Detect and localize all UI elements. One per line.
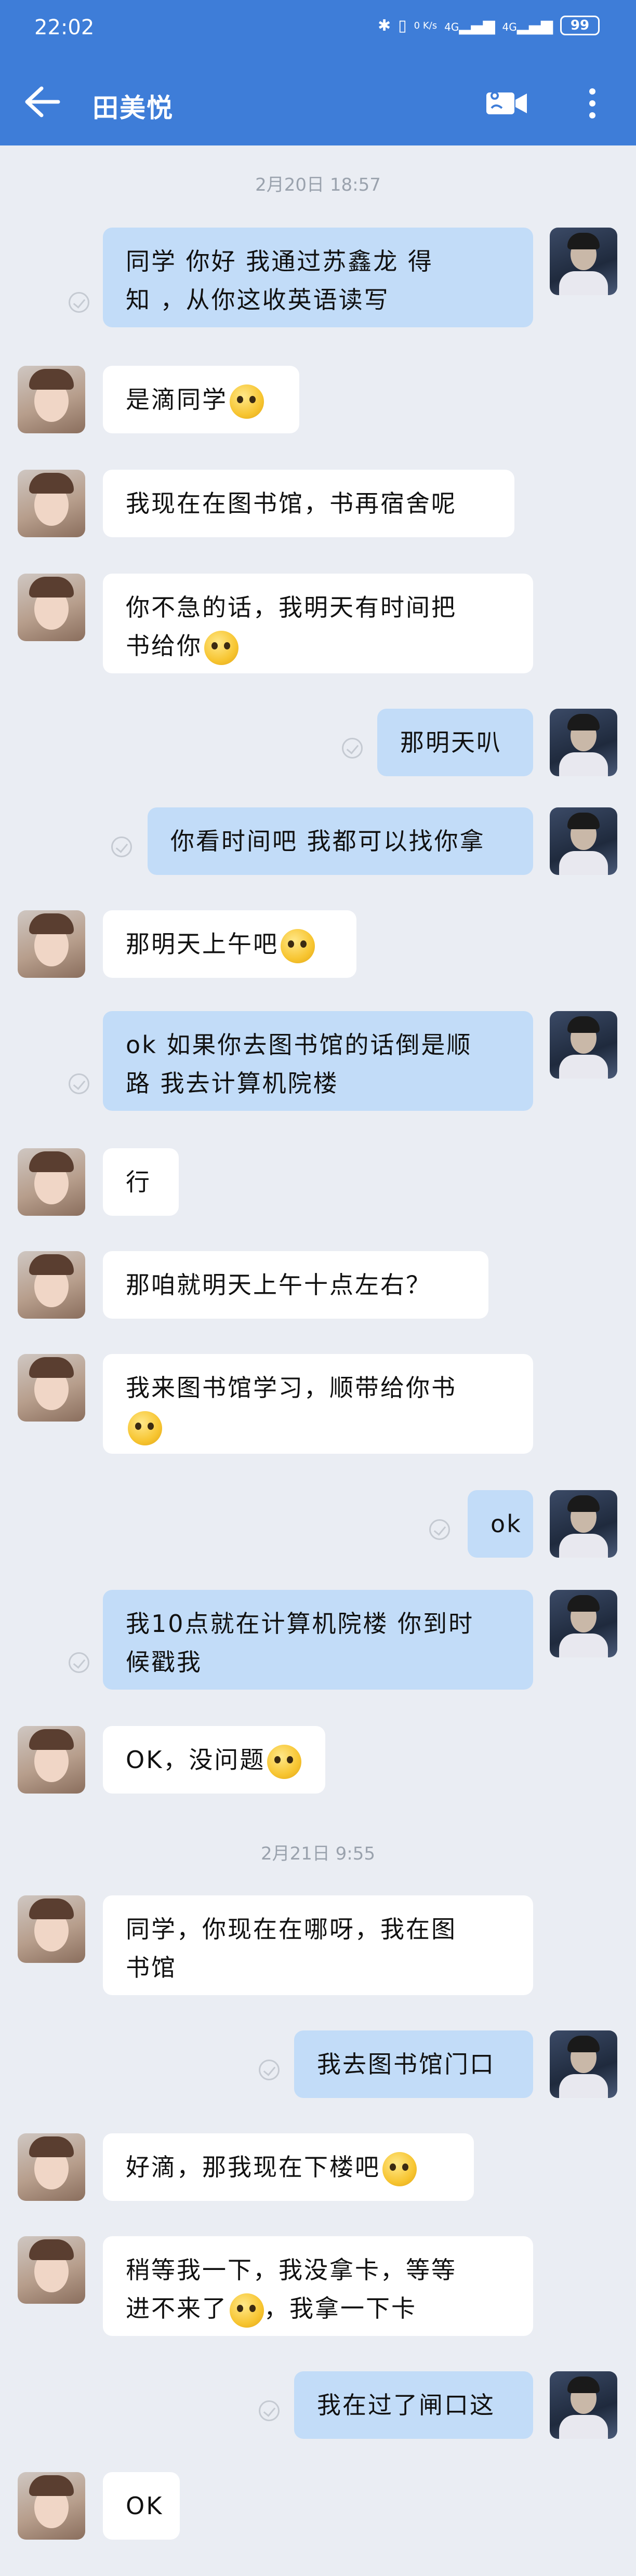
read-check-icon <box>342 738 363 759</box>
contact-avatar[interactable] <box>18 1726 85 1794</box>
chat-area[interactable]: 2月20日 18:57 同学 你好 我通过苏鑫龙 得 知 ，从你这收英语读写 是… <box>0 145 636 2576</box>
my-avatar[interactable] <box>550 2030 617 2098</box>
my-avatar[interactable] <box>550 2371 617 2439</box>
message-bubble-sent[interactable]: ok <box>468 1490 533 1558</box>
slightly-smiling-face-emoji <box>230 384 264 419</box>
status-icons: ✱ ▯ 0 K/s 4G▂▄▆ 4G▂▄▆ 99 <box>378 16 600 35</box>
message-bubble-sent[interactable]: 我在过了闸口这 <box>294 2371 533 2439</box>
my-avatar[interactable] <box>550 709 617 776</box>
message-bubble-received[interactable]: 同学，你现在在哪呀，我在图 书馆 <box>103 1895 533 1995</box>
message-bubble-received[interactable]: 行 <box>103 1148 179 1216</box>
contact-avatar[interactable] <box>18 366 85 433</box>
contact-avatar[interactable] <box>18 1354 85 1422</box>
signal-icon-2: 4G▂▄▆ <box>502 16 553 35</box>
bluetooth-icon: ✱ <box>378 16 391 35</box>
message-bubble-received[interactable]: 我来图书馆学习，顺带给你书 <box>103 1354 533 1454</box>
contact-avatar[interactable] <box>18 574 85 641</box>
contact-avatar[interactable] <box>18 1148 85 1216</box>
read-check-icon <box>69 1073 89 1094</box>
slightly-smiling-face-emoji <box>128 1411 162 1445</box>
message-bubble-received[interactable]: 我现在在图书馆，书再宿舍呢 <box>103 470 514 537</box>
message-bubble-received[interactable]: 好滴，那我现在下楼吧 <box>103 2133 474 2201</box>
my-avatar[interactable] <box>550 807 617 875</box>
date-separator: 2月20日 18:57 <box>255 175 381 195</box>
message-bubble-received[interactable]: 那咱就明天上午十点左右？ <box>103 1251 488 1319</box>
message-bubble-received[interactable]: OK，没问题 <box>103 1726 325 1794</box>
video-call-button[interactable] <box>483 85 530 122</box>
message-bubble-sent[interactable]: 我去图书馆门口 <box>294 2030 533 2098</box>
message-bubble-sent[interactable]: 同学 你好 我通过苏鑫龙 得 知 ，从你这收英语读写 <box>103 228 533 327</box>
read-check-icon <box>111 836 132 857</box>
date-separator: 2月21日 9:55 <box>260 1843 376 1864</box>
contact-avatar[interactable] <box>18 2133 85 2201</box>
crying-face-emoji <box>230 2293 264 2328</box>
read-check-icon <box>429 1519 450 1540</box>
message-bubble-received[interactable]: 你不急的话，我明天有时间把 书给你 <box>103 574 533 673</box>
ok-hand-emoji <box>267 1744 302 1779</box>
video-call-icon <box>486 91 527 114</box>
status-bar: 22:02 ✱ ▯ 0 K/s 4G▂▄▆ 4G▂▄▆ 99 <box>0 0 636 58</box>
more-vertical-icon <box>589 88 595 118</box>
message-bubble-received[interactable]: 是滴同学 <box>103 366 299 433</box>
message-bubble-sent[interactable]: 那明天叭 <box>377 709 533 776</box>
my-avatar[interactable] <box>550 1490 617 1558</box>
battery-icon: 99 <box>560 16 600 35</box>
back-button[interactable] <box>21 85 62 118</box>
read-check-icon <box>259 2400 280 2421</box>
read-check-icon <box>69 292 89 313</box>
my-avatar[interactable] <box>550 228 617 295</box>
read-check-icon <box>259 2060 280 2080</box>
message-bubble-received[interactable]: 那明天上午吧 <box>103 910 356 978</box>
more-options-button[interactable] <box>577 85 608 122</box>
signal-icon-1: 4G▂▄▆ <box>444 16 495 35</box>
message-bubble-received[interactable]: OK <box>103 2472 180 2540</box>
my-avatar[interactable] <box>550 1590 617 1657</box>
contact-avatar[interactable] <box>18 2236 85 2304</box>
vibrate-icon: ▯ <box>398 16 407 35</box>
contact-avatar[interactable] <box>18 2472 85 2540</box>
message-bubble-sent[interactable]: ok 如果你去图书馆的话倒是顺 路 我去计算机院楼 <box>103 1011 533 1111</box>
message-bubble-received[interactable]: 稍等我一下，我没拿卡，等等 进不来了 ，我拿一下卡 <box>103 2236 533 2336</box>
contact-name: 田美悦 <box>92 93 174 123</box>
message-bubble-sent[interactable]: 你看时间吧 我都可以找你拿 <box>148 807 533 875</box>
arrow-left-icon <box>25 86 60 117</box>
slightly-smiling-face-emoji <box>382 2152 417 2186</box>
contact-avatar[interactable] <box>18 1251 85 1319</box>
message-bubble-sent[interactable]: 我10点就在计算机院楼 你到时 候戳我 <box>103 1590 533 1690</box>
slightly-smiling-face-emoji <box>281 928 315 963</box>
status-time: 22:02 <box>34 16 95 39</box>
data-rate: 0 K/s <box>414 20 438 31</box>
contact-avatar[interactable] <box>18 910 85 978</box>
contact-avatar[interactable] <box>18 1895 85 1963</box>
read-check-icon <box>69 1652 89 1673</box>
slightly-smiling-face-emoji <box>204 630 239 665</box>
contact-avatar[interactable] <box>18 470 85 537</box>
my-avatar[interactable] <box>550 1011 617 1079</box>
chat-header: 田美悦 <box>0 58 636 145</box>
